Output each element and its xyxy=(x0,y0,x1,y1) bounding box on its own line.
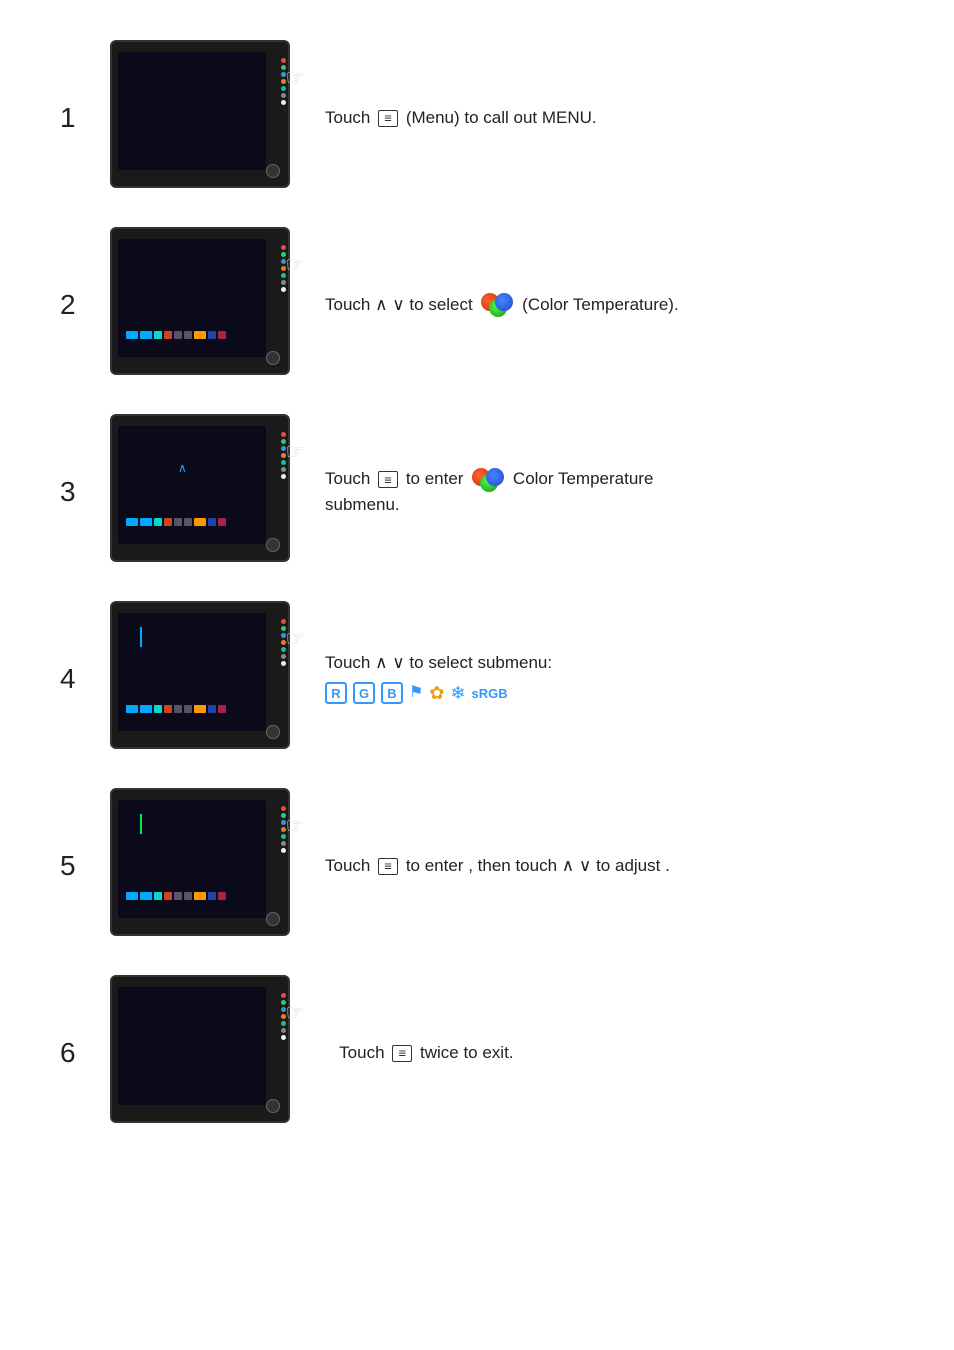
step-4-text: Touch ∧ ∨ to select submenu: R G B ⚑ ✿ ❄… xyxy=(325,650,894,707)
snowflake-icon: ❄ xyxy=(450,680,465,707)
touch-hand-6: ☞ xyxy=(285,1000,305,1026)
step-2-number: 2 xyxy=(60,289,110,321)
step-1-row: 1 ☞ Touch (Menu) to call out MENU. xyxy=(60,40,894,195)
color-temp-icon-2 xyxy=(481,293,513,317)
color-temp-icon-3 xyxy=(472,468,504,492)
step-6-number: 6 xyxy=(60,1037,110,1069)
menu-icon-1 xyxy=(378,110,398,127)
badge-b: B xyxy=(381,682,403,704)
step-4-row: 4 xyxy=(60,601,894,756)
step-6-monitor: ☞ xyxy=(110,975,295,1130)
badge-g: G xyxy=(353,682,375,704)
touch-hand-3: ☞ xyxy=(285,439,305,465)
menu-icon-6 xyxy=(392,1045,412,1062)
step-3-monitor: ∧ ☞ xyxy=(110,414,295,569)
touch-hand-4: ☞ xyxy=(285,626,305,652)
touch-hand-1: ☞ xyxy=(285,65,305,91)
step-2-row: 2 xyxy=(60,227,894,382)
step-5-monitor: ☞ xyxy=(110,788,295,943)
step-5-number: 5 xyxy=(60,850,110,882)
step-2-monitor: ☞ xyxy=(110,227,295,382)
srgb-label: sRGB xyxy=(472,684,508,704)
step-5-row: 5 xyxy=(60,788,894,943)
step-3-text: Touch to enter Color Temperaturesubmenu. xyxy=(325,466,894,517)
submenu-icons: R G B ⚑ ✿ ❄ sRGB xyxy=(325,680,894,707)
step-4-monitor: ☞ xyxy=(110,601,295,756)
step-4-number: 4 xyxy=(60,663,110,695)
step-6-text: Touch twice to exit. xyxy=(325,1040,894,1066)
badge-r: R xyxy=(325,682,347,704)
step-1-number: 1 xyxy=(60,102,110,134)
step-2-text: Touch ∧ ∨ to select (Color Temperature). xyxy=(325,292,894,318)
step-1-text: Touch (Menu) to call out MENU. xyxy=(325,105,894,131)
menu-icon-5 xyxy=(378,858,398,875)
step-5-text: Touch to enter , then touch ∧ ∨ to adjus… xyxy=(325,853,894,879)
menu-icon-3 xyxy=(378,471,398,488)
step-3-row: 3 ∧ xyxy=(60,414,894,569)
step-3-number: 3 xyxy=(60,476,110,508)
step-1-monitor: ☞ xyxy=(110,40,295,195)
sun-icon: ✿ xyxy=(429,680,444,707)
step-6-row: 6 ☞ Touch twice to exit. xyxy=(60,975,894,1130)
flag-icon: ⚑ xyxy=(409,681,423,705)
touch-hand-5: ☞ xyxy=(285,813,305,839)
touch-hand-2: ☞ xyxy=(285,252,305,278)
